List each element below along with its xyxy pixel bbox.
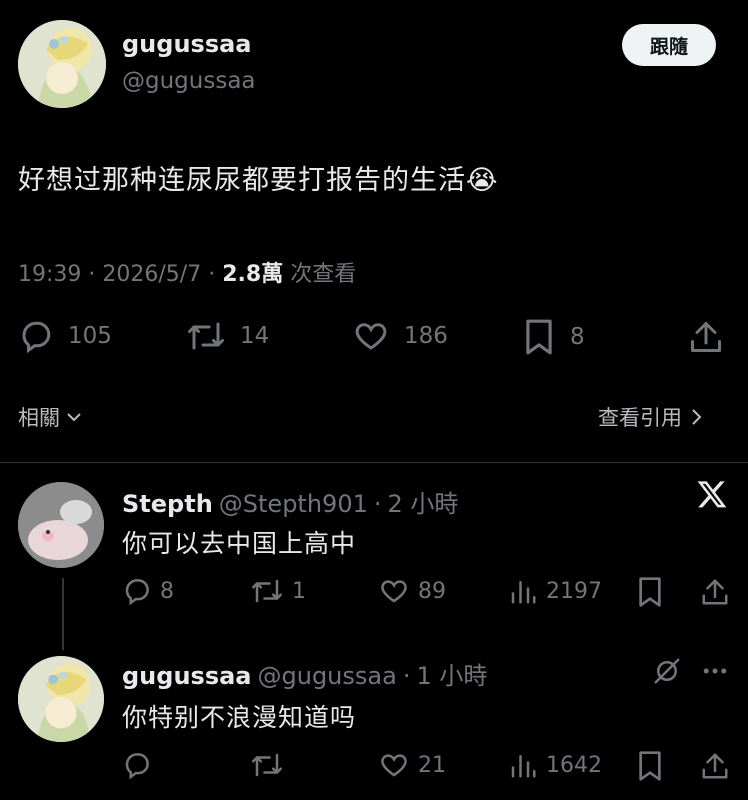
meta-dot: · [373, 490, 382, 518]
chevron-down-icon [67, 413, 81, 422]
reply1-views-count: 2197 [546, 578, 602, 604]
meta-dot: · [208, 262, 216, 287]
thread-line [62, 578, 64, 650]
reply2-retweet-action[interactable] [250, 750, 292, 780]
reply1-retweet-action[interactable]: 1 [250, 576, 306, 606]
reply2-like-action[interactable]: 21 [378, 750, 446, 780]
bookmark-action[interactable]: 8 [522, 318, 585, 356]
retweet-icon [188, 322, 224, 350]
more-options-icon[interactable] [700, 656, 730, 690]
related-dropdown[interactable]: 相關 [18, 402, 82, 432]
meta-dot: · [402, 662, 411, 690]
reply1-like-action[interactable]: 89 [378, 576, 446, 606]
tweet-meta: 19:39 · 2026/5/7 · 2.8萬 次查看 [18, 256, 356, 288]
reply1-share-icon[interactable] [700, 576, 730, 612]
retweet-count: 14 [240, 323, 270, 349]
heart-icon [381, 580, 407, 603]
reply-icon [22, 321, 51, 354]
main-handle[interactable]: @gugussaa [122, 68, 256, 94]
reply1-views-action[interactable]: 2197 [508, 576, 602, 606]
retweet-action[interactable]: 14 [186, 318, 269, 354]
grok-icon[interactable] [652, 656, 682, 690]
like-count: 186 [404, 323, 448, 349]
reply-count: 105 [68, 323, 112, 349]
main-display-name[interactable]: gugussaa [122, 30, 252, 58]
reply1-retweet-count: 1 [292, 578, 306, 604]
share-action[interactable] [688, 318, 724, 356]
share-icon [691, 322, 721, 352]
bookmark-count: 8 [570, 324, 585, 350]
view-quotes-link[interactable]: 查看引用 [598, 402, 702, 432]
reply1-text: 你可以去中国上高中 [122, 529, 357, 558]
heart-icon [381, 754, 407, 777]
bar-chart-icon [511, 581, 536, 604]
reply1-reply-count: 8 [160, 578, 174, 604]
x-logo-icon[interactable] [696, 478, 728, 514]
section-divider [0, 462, 748, 463]
reply1-display-name[interactable]: Stepth [122, 490, 213, 518]
reply2-display-name[interactable]: gugussaa [122, 662, 252, 690]
bookmark-icon [526, 319, 552, 355]
views-label: 次查看 [290, 262, 357, 287]
reply-action[interactable]: 105 [18, 318, 112, 354]
chevron-right-icon [692, 409, 702, 425]
retweet-icon [252, 753, 282, 777]
reply1-reply-action[interactable]: 8 [122, 576, 174, 606]
reply1-handle[interactable]: @Stepth901 [219, 490, 368, 518]
reply2-header: gugussaa @gugussaa · 1 小時 [122, 656, 487, 691]
reply-icon [125, 753, 149, 780]
views-count: 2.8萬 [222, 262, 284, 287]
tweet-time[interactable]: 19:39 [18, 262, 81, 287]
avatar-stepth[interactable] [18, 482, 104, 568]
like-action[interactable]: 186 [352, 318, 448, 354]
reply2-time[interactable]: 1 小時 [416, 656, 487, 691]
related-label: 相關 [18, 406, 60, 430]
follow-button[interactable]: 跟隨 [622, 24, 716, 66]
reply1-like-count: 89 [418, 578, 446, 604]
view-quotes-label: 查看引用 [598, 406, 682, 430]
retweet-icon [252, 579, 282, 603]
reply2-reply-action[interactable] [122, 750, 160, 780]
tweet-text: 好想过那种连尿尿都要打报告的生活😭 [18, 158, 499, 197]
meta-dot: · [88, 262, 96, 287]
bar-chart-icon [511, 755, 536, 778]
reply2-handle[interactable]: @gugussaa [258, 662, 397, 690]
reply2-share-icon[interactable] [700, 750, 730, 786]
avatar-gugussaa[interactable] [18, 20, 106, 108]
tweet-date[interactable]: 2026/5/7 [102, 262, 201, 287]
reply2-like-count: 21 [418, 752, 446, 778]
tweet-text-content: 好想过那种连尿尿都要打报告的生活 [18, 165, 466, 196]
reply2-views-count: 1642 [546, 752, 602, 778]
reply-icon [125, 579, 149, 606]
reply2-text: 你特别不浪漫知道吗 [122, 703, 357, 732]
avatar-gugussaa-reply[interactable] [18, 656, 104, 742]
reply1-time[interactable]: 2 小時 [388, 484, 459, 519]
heart-icon [355, 323, 387, 350]
reply1-header: Stepth @Stepth901 · 2 小時 [122, 484, 458, 519]
crying-face-emoji: 😭 [466, 165, 499, 196]
reply2-bookmark-icon[interactable] [636, 750, 664, 786]
reply1-bookmark-icon[interactable] [636, 576, 664, 612]
reply2-views-action[interactable]: 1642 [508, 750, 602, 780]
